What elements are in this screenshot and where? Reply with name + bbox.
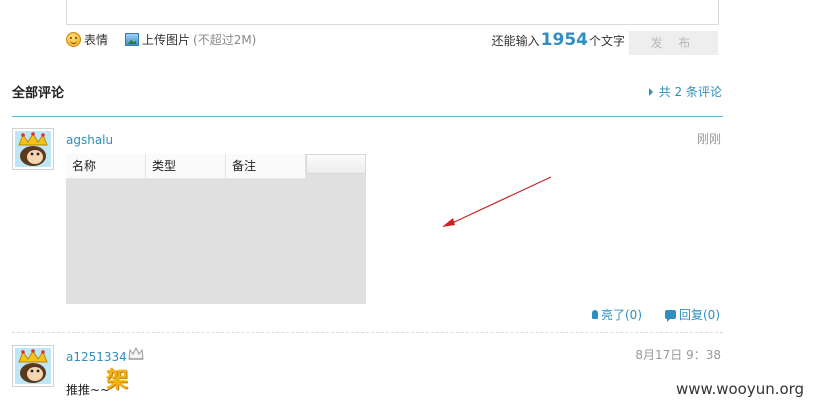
like-button[interactable]: 亮了(0) <box>592 306 642 323</box>
reply-label: 回复(0) <box>679 308 720 322</box>
column-name: 名称 <box>66 154 146 178</box>
king-avatar-icon <box>15 348 51 384</box>
comment-username[interactable]: a1251334 <box>66 350 127 364</box>
smiley-icon <box>66 32 81 47</box>
upload-limit: (不超过2M) <box>193 33 257 47</box>
king-avatar-icon <box>15 131 51 167</box>
red-arrow-icon <box>442 176 552 227</box>
comment-divider <box>12 332 723 333</box>
triangle-right-icon <box>648 87 653 96</box>
speech-bubble-icon <box>665 310 676 322</box>
counter-suffix: 个文字 <box>588 34 625 48</box>
upload-image-button[interactable]: 上传图片 (不超过2M) <box>125 31 256 48</box>
publish-button[interactable]: 发 布 <box>629 31 718 55</box>
comment-text: 推推~~ <box>66 383 111 397</box>
counter-prefix: 还能输入 <box>491 34 540 48</box>
column-note: 备注 <box>226 154 306 178</box>
comment-count-link[interactable]: 共 2 条评论 <box>648 83 722 100</box>
attached-screenshot[interactable]: 名称 类型 备注 <box>66 154 366 304</box>
comment-time: 8月17日 9：38 <box>635 348 721 362</box>
avatar[interactable] <box>12 128 54 170</box>
comment-time: 刚刚 <box>696 132 721 146</box>
like-label: 亮了(0) <box>601 308 642 322</box>
emoji-label: 表情 <box>84 33 109 47</box>
comment-textarea[interactable] <box>66 0 719 25</box>
lightbulb-icon <box>592 310 598 319</box>
comment-username[interactable]: agshalu <box>66 133 113 147</box>
watermark: www.wooyun.org <box>676 380 805 398</box>
attached-table-header: 名称 类型 备注 <box>66 154 306 179</box>
upload-label: 上传图片 <box>142 33 191 47</box>
picture-icon <box>125 33 139 46</box>
comments-title: 全部评论 <box>12 86 65 101</box>
sticker-emoji: 架 <box>106 368 129 393</box>
emoji-button[interactable]: 表情 <box>66 31 108 48</box>
char-counter: 还能输入 1954 个文字 <box>492 30 625 50</box>
column-type: 类型 <box>146 154 226 178</box>
counter-number: 1954 <box>540 30 588 50</box>
reply-button[interactable]: 回复(0) <box>665 306 720 323</box>
comment-count-label: 共 2 条评论 <box>658 85 722 99</box>
header-divider <box>12 116 723 117</box>
avatar[interactable] <box>12 345 54 387</box>
attached-scrollbar <box>306 154 366 174</box>
crown-icon <box>128 347 144 360</box>
